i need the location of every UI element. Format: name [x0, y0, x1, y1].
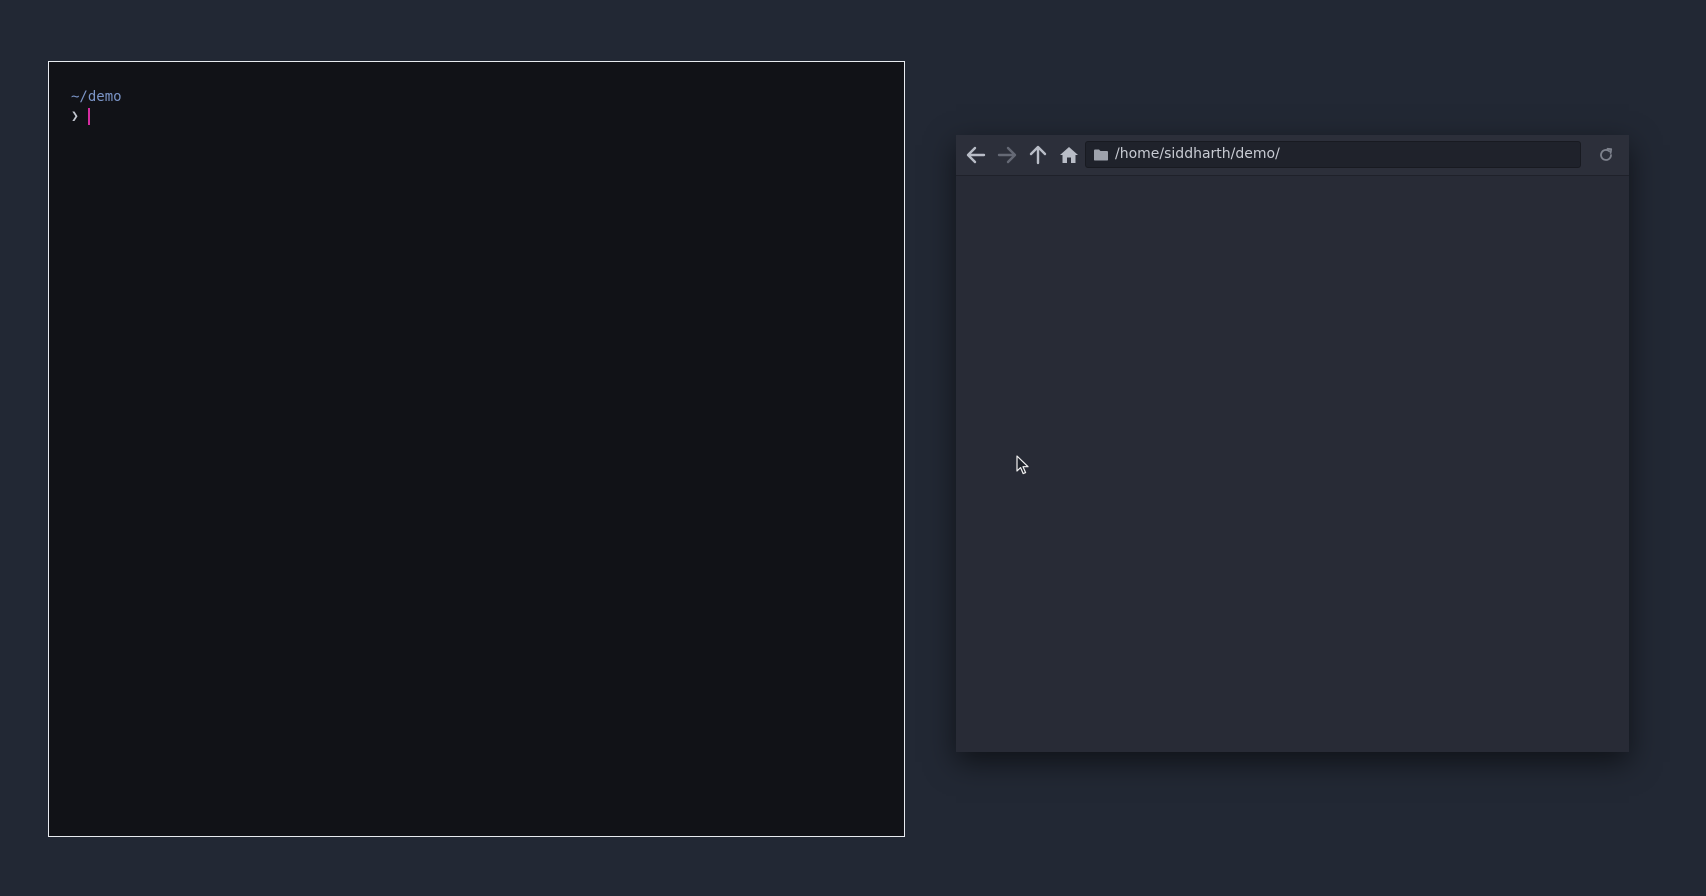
- file-list-area[interactable]: [956, 176, 1629, 752]
- arrow-right-icon: [997, 146, 1017, 164]
- back-button[interactable]: [963, 143, 989, 167]
- forward-button[interactable]: [994, 143, 1020, 167]
- reload-button[interactable]: [1596, 145, 1616, 165]
- folder-icon: [1094, 149, 1108, 161]
- arrow-left-icon: [966, 146, 986, 164]
- file-manager-window: /home/siddharth/demo/: [956, 135, 1629, 752]
- terminal-cwd: ~/demo: [71, 89, 122, 105]
- terminal-prompt-symbol: ❯: [71, 109, 79, 124]
- terminal-body[interactable]: ~/demo ❯: [71, 88, 122, 126]
- file-manager-toolbar: /home/siddharth/demo/: [956, 135, 1629, 176]
- terminal-prompt-line[interactable]: ❯: [71, 107, 122, 126]
- address-path: /home/siddharth/demo/: [1115, 146, 1280, 162]
- reload-icon: [1600, 147, 1613, 161]
- address-bar[interactable]: /home/siddharth/demo/: [1085, 141, 1581, 168]
- up-button[interactable]: [1025, 143, 1051, 167]
- home-button[interactable]: [1056, 143, 1082, 167]
- terminal-cursor: [87, 108, 90, 125]
- terminal-window[interactable]: ~/demo ❯: [48, 61, 905, 837]
- arrow-up-icon: [1029, 145, 1047, 165]
- mouse-pointer-icon: [1016, 455, 1029, 475]
- home-icon: [1060, 147, 1078, 163]
